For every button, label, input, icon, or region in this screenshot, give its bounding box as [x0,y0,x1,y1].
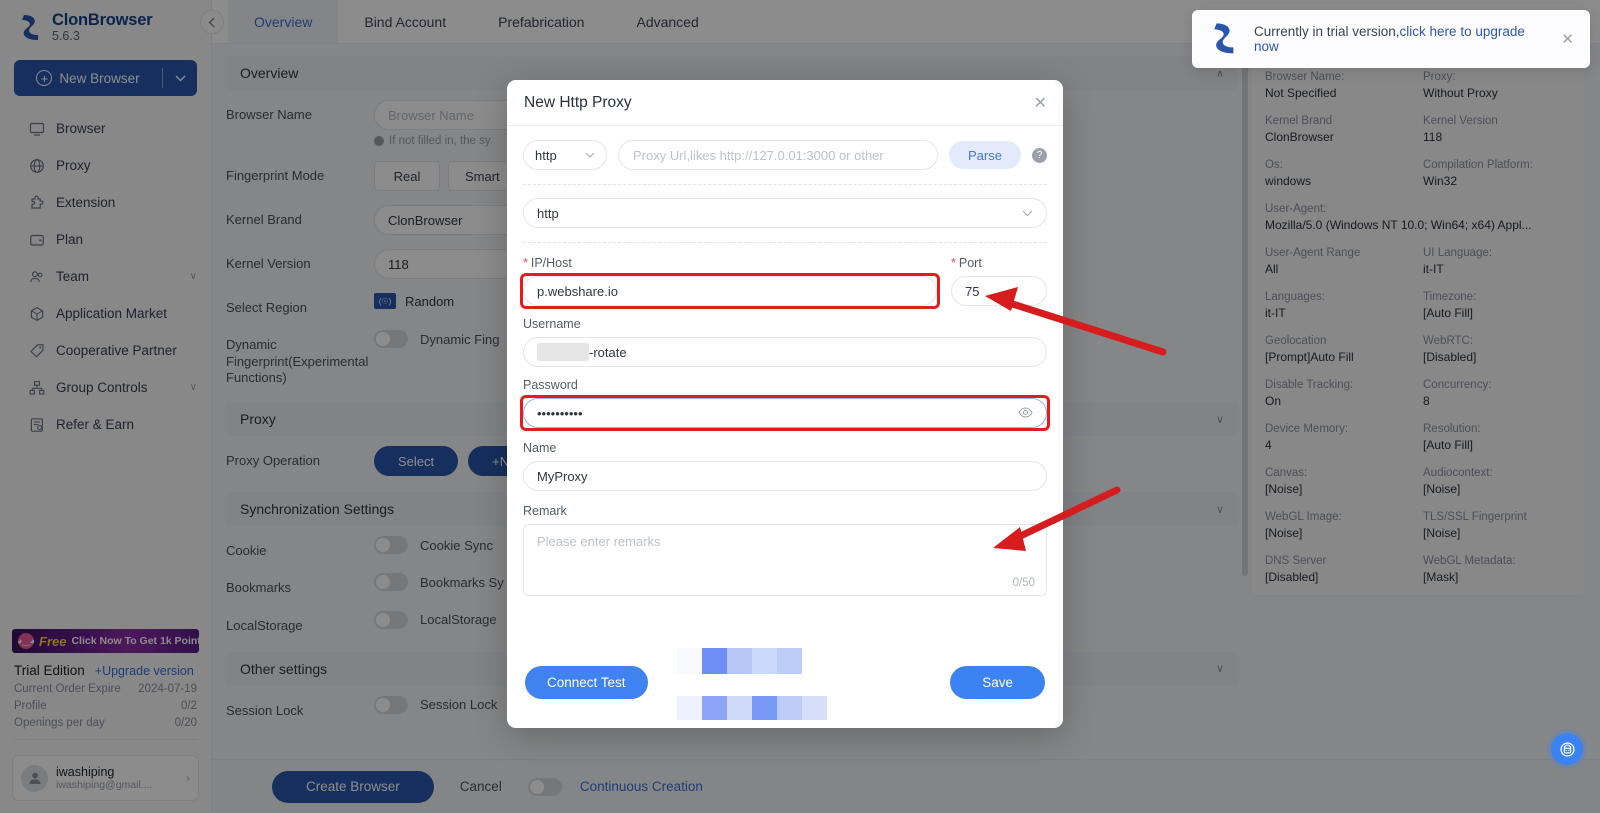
name-field-group: Name MyProxy [523,441,1047,491]
redaction-box [537,343,589,361]
connect-test-button[interactable]: Connect Test [525,665,648,699]
password-highlight-box: •••••••••• [523,398,1047,428]
dialog-title: New Http Proxy [524,93,632,111]
remark-field-group: Remark Please enter remarks 0/50 [523,504,1047,596]
dialog-footer: Connect Test Save [507,636,1063,728]
password-value: •••••••••• [537,405,583,421]
save-button[interactable]: Save [950,665,1045,699]
divider [523,184,1047,185]
clonbrowser-logo-icon [1214,23,1234,54]
divider [523,242,1047,243]
port-label: * Port [951,256,1047,270]
close-icon[interactable]: ✕ [1034,93,1047,113]
help-icon[interactable]: ? [1032,147,1047,163]
port-label-text: Port [958,256,982,270]
toast-message: Currently in trial version,click here to… [1254,24,1549,54]
remark-char-count: 0/50 [1012,577,1035,589]
toast-text: Currently in trial version, [1254,24,1400,39]
support-fab-button[interactable] [1551,733,1583,765]
required-asterisk: * [523,256,528,270]
app-window: ClonBrowser 5.6.3 + New Browser Browser … [0,0,1600,813]
port-input[interactable]: 75 [951,276,1047,306]
username-input[interactable]: -rotate [523,337,1047,367]
chevron-down-icon [585,152,595,158]
proxy-type-value: http [537,205,559,221]
host-label-text: IP/Host [530,256,572,270]
remark-label: Remark [523,504,567,518]
name-label: Name [523,441,557,455]
host-port-row: * IP/Host p.webshare.io * Port 75 [523,256,1047,306]
support-agent-icon [1559,741,1575,757]
dialog-header: New Http Proxy ✕ [507,80,1063,126]
proxy-url-row: http Proxy Url,likes http://127.0.01:300… [523,140,1047,170]
eye-icon[interactable] [1018,406,1033,421]
proxy-url-input[interactable]: Proxy Url,likes http://127.0.01:3000 or … [618,140,938,170]
trial-version-toast: Currently in trial version,click here to… [1192,10,1590,68]
username-field-group: Username -rotate [523,317,1047,367]
scheme-select[interactable]: http [523,140,607,170]
chevron-down-icon [1022,210,1033,216]
proxy-type-select[interactable]: http [523,198,1047,228]
name-input[interactable]: MyProxy [523,461,1047,491]
redacted-pixel-block [677,638,827,720]
scheme-value: http [535,147,557,163]
username-value: -rotate [589,344,627,360]
remark-textarea[interactable]: Please enter remarks 0/50 [523,524,1047,596]
new-http-proxy-dialog: New Http Proxy ✕ http Proxy Url,likes ht… [507,80,1063,728]
username-label: Username [523,317,581,331]
host-label: * IP/Host [523,256,937,270]
dialog-body: http Proxy Url,likes http://127.0.01:300… [507,126,1063,636]
password-input[interactable]: •••••••••• [523,398,1047,428]
remark-placeholder: Please enter remarks [537,534,661,549]
close-icon[interactable]: ✕ [1561,30,1574,48]
password-label: Password [523,378,578,392]
password-field-group: Password •••••••••• [523,378,1047,428]
host-highlight-box: p.webshare.io [523,276,937,306]
required-asterisk: * [951,256,956,270]
parse-button[interactable]: Parse [949,141,1021,169]
host-input[interactable]: p.webshare.io [523,276,937,306]
